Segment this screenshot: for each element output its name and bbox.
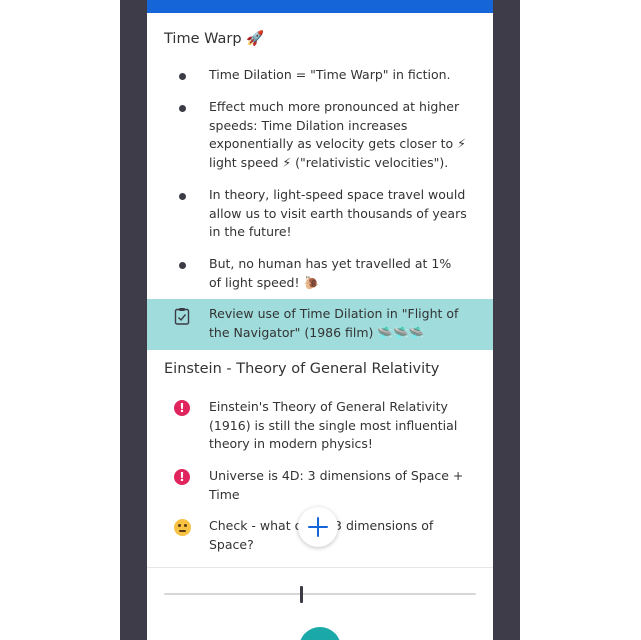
bullet-icon <box>173 187 191 205</box>
list-item-text: Universe is 4D: 3 dimensions of Space + … <box>209 468 464 502</box>
zoom-slider-track[interactable] <box>164 593 476 595</box>
add-item-button[interactable] <box>298 507 338 547</box>
zoom-slider-thumb[interactable] <box>300 586 304 603</box>
header-bar <box>147 0 493 13</box>
section-title-general-relativity[interactable]: Einstein - Theory of General Relativity <box>164 361 439 377</box>
bullet-icon <box>173 99 191 117</box>
task-item-text: Review use of Time Dilation in "Flight o… <box>209 306 459 340</box>
bullet-icon <box>173 256 191 274</box>
footer-divider <box>147 567 493 568</box>
plus-icon <box>308 517 328 537</box>
list-item-text: Check - what o 3 dimensions of Space? <box>209 518 434 552</box>
list-item-text: But, no human has yet travelled at 1% of… <box>209 256 452 290</box>
app-stage: Time Warp 🚀 Time Dilation = "Time Warp" … <box>0 0 641 640</box>
exclamation-icon: ! <box>173 399 191 417</box>
list-item-text: Einstein's Theory of General Relativity … <box>209 399 458 451</box>
note-screen: Time Warp 🚀 Time Dilation = "Time Warp" … <box>147 0 493 640</box>
list-item-text: In theory, light-speed space travel woul… <box>209 187 467 239</box>
exclamation-icon: ! <box>173 468 191 486</box>
bullet-icon <box>173 67 191 85</box>
checklist-icon[interactable] <box>173 307 191 325</box>
primary-action-button[interactable] <box>299 627 341 640</box>
section-title-time-warp[interactable]: Time Warp 🚀 <box>164 30 264 47</box>
list-item-text: Effect much more pronounced at higher sp… <box>209 99 466 170</box>
thinking-face-icon <box>173 518 191 536</box>
list-item-text: Time Dilation = "Time Warp" in fiction. <box>209 67 451 82</box>
